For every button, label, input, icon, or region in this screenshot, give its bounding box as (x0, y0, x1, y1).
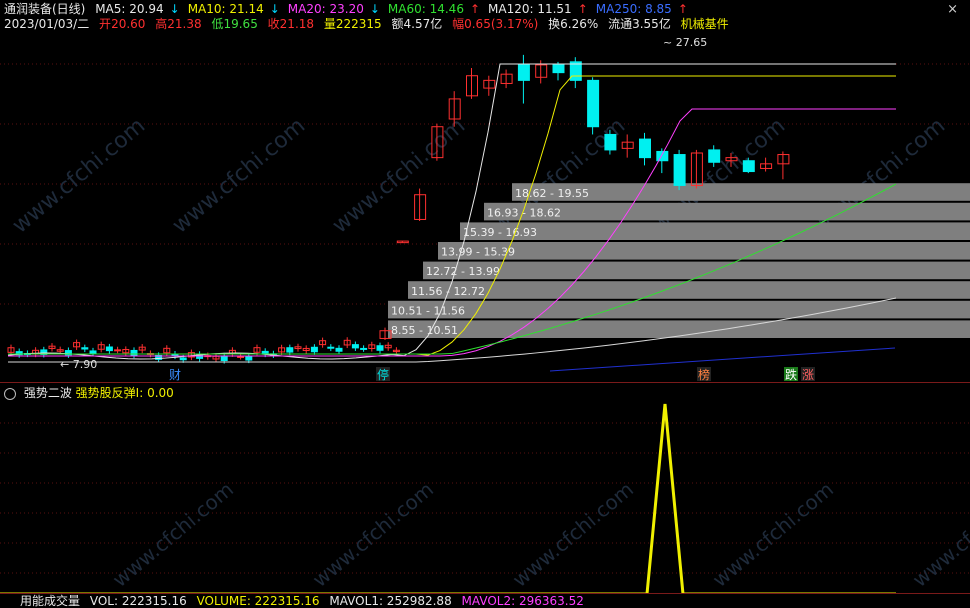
ma-value-0: MA5: 20.94 (95, 2, 164, 16)
volume-profile-bar (388, 300, 970, 319)
candle-body (552, 64, 565, 74)
change-label: 幅 (452, 17, 465, 31)
candle-body (286, 347, 294, 353)
close-label: 收 (267, 17, 280, 31)
watermark-text: www.cfchi.com (708, 477, 838, 592)
candle-body (708, 149, 721, 163)
marker-die[interactable]: 跌 (785, 367, 797, 382)
indicator-chart[interactable]: www.cfchi.com www.cfchi.com www.cfchi.com w… (0, 398, 970, 594)
watermark-text: www.cfchi.com (508, 477, 638, 592)
volume-profile-bar (423, 261, 970, 280)
ma-value-2: MA20: 23.20 (287, 2, 364, 16)
candle-body (517, 64, 530, 81)
low-value: 19.65 (223, 17, 258, 31)
ma-value-1: MA10: 21.14 (187, 2, 264, 16)
candle-body (220, 355, 228, 362)
ma-arrow-up-icon: ↑ (677, 2, 688, 16)
turnover-value: 换6.26% (548, 17, 599, 31)
candle-body (673, 154, 686, 186)
candle-body (639, 138, 651, 159)
marker-ting[interactable]: 停 (377, 367, 389, 382)
stock-title[interactable]: 通润装备(日线) (4, 2, 85, 16)
float-value: 流通3.55亿 (608, 17, 671, 31)
date-label: 2023/01/03/二 (4, 17, 90, 31)
ma-arrow-dn-icon: ↓ (169, 2, 180, 16)
watermark-text: www.cfchi.com (168, 113, 310, 238)
volume-profile-bar (388, 320, 970, 338)
ma-value-3: MA60: 14.46 (387, 2, 464, 16)
candle-body (656, 150, 669, 162)
ma-arrow-up-icon: ↑ (469, 2, 481, 16)
ma250-line (549, 347, 896, 372)
ma-arrow-dn-icon: ↓ (369, 2, 380, 16)
marker-zhang[interactable]: 涨 (802, 367, 814, 382)
marker-cai[interactable]: 财 (169, 368, 181, 382)
candle-body (569, 61, 582, 81)
candle-body (114, 349, 122, 352)
candle-body (376, 345, 384, 351)
candle-body (81, 347, 89, 350)
candle-body (360, 347, 368, 350)
volume-profile-label: 10.51 - 11.56 (391, 304, 465, 317)
candle-body (105, 346, 113, 352)
watermark-text: www.cfchi.com (328, 113, 470, 238)
open-label: 开 (99, 17, 112, 31)
quote-header: 2023/01/03/二 开20.60 高21.38 低19.65 收21.18… (4, 16, 735, 32)
amount-label: 额 (391, 17, 404, 31)
sector-link[interactable]: 机械基件 (681, 17, 729, 31)
volume-profile-label: 15.39 - 16.93 (463, 226, 537, 239)
marker-bang[interactable]: 榜 (698, 367, 710, 382)
ma-value-5: MA250: 8.85 (595, 2, 672, 16)
low-label: 低 (211, 17, 224, 31)
candle-body (179, 357, 187, 361)
ma-values: MA5: 20.94 ↓ MA10: 21.14 ↓ MA20: 23.20 ↓ MA60:… (95, 2, 696, 16)
watermark-text: www.cfchi.com (308, 477, 438, 592)
watermark-text: www.cfchi.com (108, 477, 238, 592)
watermark-text: www.cfchi.com (908, 477, 970, 592)
candle-body (604, 133, 617, 151)
candle-body (335, 347, 343, 352)
high-label: 高 (155, 17, 168, 31)
candle-body (310, 346, 318, 353)
candle-body (237, 355, 245, 358)
open-value: 20.60 (111, 17, 146, 31)
volume-profile-label: 8.55 - 10.51 (391, 324, 458, 337)
close-icon[interactable]: × (947, 2, 958, 17)
amount-value: 4.57亿 (403, 17, 443, 31)
candle-body (742, 160, 755, 173)
indicator-header: 通润装备(日线) MA5: 20.94 ↓ MA10: 21.14 ↓ MA20: 23… (4, 1, 702, 17)
candle-body (89, 350, 97, 354)
high-value: 21.38 (167, 17, 202, 31)
ma-arrow-up-icon: ↑ (577, 2, 588, 16)
volume-profile-label: 13.99 - 15.39 (441, 246, 515, 259)
peak-price-label: ~ 27.65 (663, 36, 707, 49)
close-value: 21.18 (279, 17, 315, 31)
candle-body (587, 79, 600, 128)
volume-profile-label: 18.62 - 19.55 (515, 187, 589, 200)
watermark-text: www.cfchi.com (8, 113, 150, 238)
panel-divider (0, 382, 970, 383)
main-candlestick-chart[interactable]: www.cfchi.com www.cfchi.com www.cfchi.com w… (0, 34, 970, 384)
volume-value: 222315 (335, 17, 382, 31)
volume-label: 量 (323, 17, 336, 31)
low-price-label: ← 7.90 (60, 358, 97, 371)
volume-profile-label: 12.72 - 13.99 (426, 265, 500, 278)
change-value: 0.65(3.17%) (464, 17, 539, 31)
candle-body (327, 346, 335, 349)
ma-arrow-dn-icon: ↓ (269, 2, 280, 16)
volume-profile-bar (438, 242, 970, 260)
candle-body (351, 344, 359, 349)
ma-value-4: MA120: 11.51 (488, 2, 572, 16)
candle-body (245, 356, 253, 361)
